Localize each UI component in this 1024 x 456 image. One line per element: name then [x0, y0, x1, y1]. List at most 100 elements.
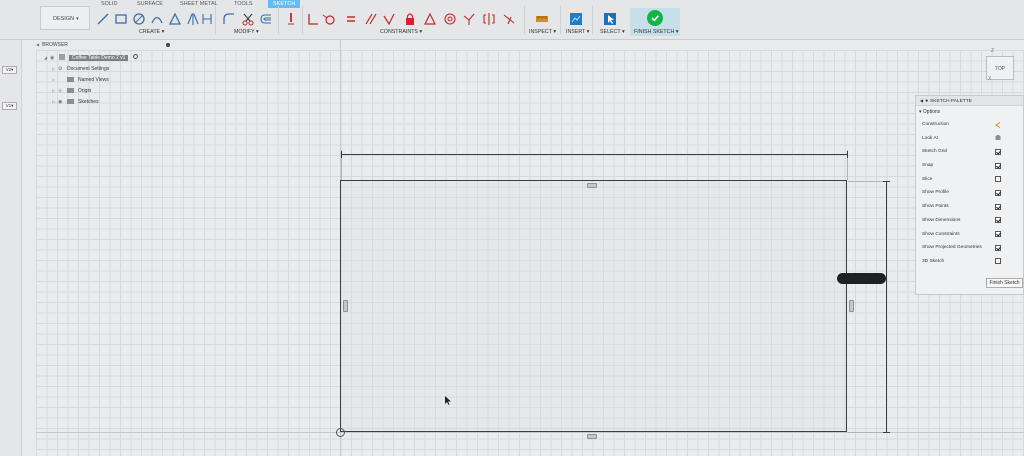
edge-handle-right[interactable] [849, 300, 854, 312]
select-menu[interactable]: SELECT ▾ [600, 29, 625, 35]
show-profile-checkbox[interactable] [995, 189, 1001, 196]
trim-tool-icon[interactable] [241, 12, 255, 26]
browser-header[interactable]: ◀ BROWSER [36, 40, 176, 49]
height-dimension[interactable] [883, 181, 890, 433]
tab-solid[interactable]: SOLID [96, 0, 123, 8]
chevron-down-icon: ▾ [76, 16, 79, 22]
polygon-tool-icon[interactable] [168, 12, 182, 26]
palette-header[interactable]: ◀ ● SKETCH PALETTE [916, 96, 1023, 106]
toolbar-divider [592, 6, 593, 34]
fix-lock-icon[interactable] [403, 12, 417, 26]
show-constraints-checkbox[interactable] [995, 231, 1001, 237]
option-sketch-grid[interactable]: Sketch Grid [916, 145, 1023, 159]
pin-icon[interactable] [166, 43, 170, 47]
concentric-icon[interactable] [443, 12, 457, 26]
show-dimensions-checkbox[interactable] [995, 217, 1001, 224]
slice-checkbox[interactable] [995, 176, 1001, 183]
show-projected-geometries-checkbox[interactable] [995, 244, 1001, 251]
option-construction[interactable]: Construction [916, 118, 1023, 132]
browser-item-label: Named Views [78, 77, 109, 83]
sketch-palette: ◀ ● SKETCH PALETTE ▾ Options Construction … [915, 95, 1024, 295]
create-menu[interactable]: CREATE ▾ [139, 29, 164, 35]
option-label: Construction [922, 122, 949, 127]
tab-tools[interactable]: TOOLS [229, 0, 258, 8]
collapse-icon[interactable]: ◀ [36, 42, 39, 47]
origin-point[interactable] [336, 428, 345, 437]
option-label: Look At [922, 135, 939, 141]
symmetry-icon[interactable] [482, 12, 496, 26]
option-show-profile[interactable]: Show Profile [916, 186, 1023, 200]
browser-root-item[interactable]: ◢ ◉ Coffee Table Demo 2 v1 [44, 52, 138, 63]
browser-item-sketches[interactable]: ▷ ◉ Sketches [52, 96, 99, 107]
palette-pin-icon[interactable]: ● [925, 98, 928, 104]
sketch-dimension-icon[interactable] [284, 12, 298, 26]
mouse-cursor-icon [445, 396, 451, 405]
folder-icon [67, 98, 74, 104]
fillet-tool-icon[interactable] [222, 12, 236, 26]
offset-tool-icon[interactable] [259, 12, 273, 26]
edge-handle-top[interactable] [587, 183, 597, 188]
workspace-switcher[interactable]: DESIGN ▾ [40, 6, 90, 30]
version-select-b[interactable]: V1▾ [2, 102, 17, 110]
option-show-projected-geometries[interactable]: Show Projected Geometries [916, 241, 1023, 255]
line-tool-icon[interactable] [96, 12, 110, 26]
perpendicular-icon[interactable] [382, 12, 396, 26]
snap-checkbox[interactable] [995, 162, 1001, 169]
tab-sketch[interactable]: SKETCH [268, 0, 301, 8]
measure-icon[interactable] [535, 12, 549, 26]
rectangle-tool-icon[interactable] [114, 12, 128, 26]
finish-sketch-menu[interactable]: FINISH SKETCH ▾ [634, 29, 678, 35]
browser-item-origin[interactable]: ▷ ◉ Origin [52, 85, 91, 96]
look-at-icon[interactable] [995, 135, 1001, 141]
options-section-header[interactable]: ▾ Options [916, 106, 1023, 118]
browser-item-document-settings[interactable]: ▷ ⚙ Document Settings [52, 63, 109, 74]
option-show-constraints[interactable]: Show Constraints [916, 228, 1023, 242]
eye-icon[interactable]: ◉ [58, 97, 67, 108]
palette-finish-sketch-button[interactable]: Finish Sketch [986, 278, 1023, 288]
edge-handle-left[interactable] [343, 300, 348, 312]
insert-menu[interactable]: INSERT ▾ [566, 29, 589, 35]
show-points-checkbox[interactable] [995, 203, 1001, 210]
3d-sketch-checkbox[interactable] [995, 258, 1001, 265]
inspect-menu[interactable]: INSPECT ▾ [529, 29, 556, 35]
collapse-icon[interactable]: ◀ [920, 98, 923, 103]
dimension-value-pill[interactable] [837, 273, 886, 284]
workspace-tabs: SOLID SURFACE SHEET METAL TOOLS SKETCH [0, 0, 1024, 9]
constraints-menu[interactable]: CONSTRAINTS ▾ [380, 29, 422, 35]
viewcube-face-label: TOP [994, 66, 1006, 72]
option-3d-sketch[interactable]: 3D Sketch [916, 255, 1023, 269]
sketch-grid-checkbox[interactable] [995, 148, 1001, 155]
circle-tool-icon[interactable] [132, 12, 146, 26]
midpoint-icon[interactable] [423, 12, 437, 26]
option-snap[interactable]: Snap [916, 159, 1023, 173]
curvature-icon[interactable] [502, 12, 516, 26]
collinear-icon[interactable] [462, 12, 476, 26]
parallel-icon[interactable] [364, 12, 378, 26]
option-slice[interactable]: Slice [916, 173, 1023, 187]
construction-toggle-icon[interactable] [995, 121, 1001, 128]
expand-icon[interactable]: ▷ [52, 74, 58, 85]
arc-tool-icon[interactable] [150, 12, 164, 26]
option-label: Show Dimensions [922, 217, 961, 223]
tangent-icon[interactable] [322, 12, 336, 26]
version-select-a[interactable]: V2▾ [2, 66, 17, 74]
equal-icon[interactable] [344, 12, 358, 26]
browser-item-label: Document Settings [67, 66, 110, 72]
option-show-dimensions[interactable]: Show Dimensions [916, 214, 1023, 228]
browser-item-named-views[interactable]: ▷ Named Views [52, 74, 109, 85]
mirror-tool-icon[interactable] [186, 12, 200, 26]
document-icon [59, 53, 65, 60]
sketch-rectangle[interactable] [340, 180, 847, 432]
insert-image-icon[interactable] [569, 12, 583, 26]
option-look-at[interactable]: Look At [916, 132, 1023, 146]
option-show-points[interactable]: Show Points [916, 200, 1023, 214]
radio-active-icon[interactable] [132, 54, 138, 59]
edge-handle-bottom[interactable] [587, 434, 597, 439]
tab-surface[interactable]: SURFACE [132, 0, 168, 8]
width-dimension[interactable] [341, 151, 848, 158]
folder-icon [67, 87, 74, 93]
select-cursor-icon[interactable] [603, 12, 617, 26]
slot-tool-icon[interactable] [200, 12, 214, 26]
modify-menu[interactable]: MODIFY ▾ [234, 29, 259, 35]
coincident-icon[interactable] [306, 12, 320, 26]
